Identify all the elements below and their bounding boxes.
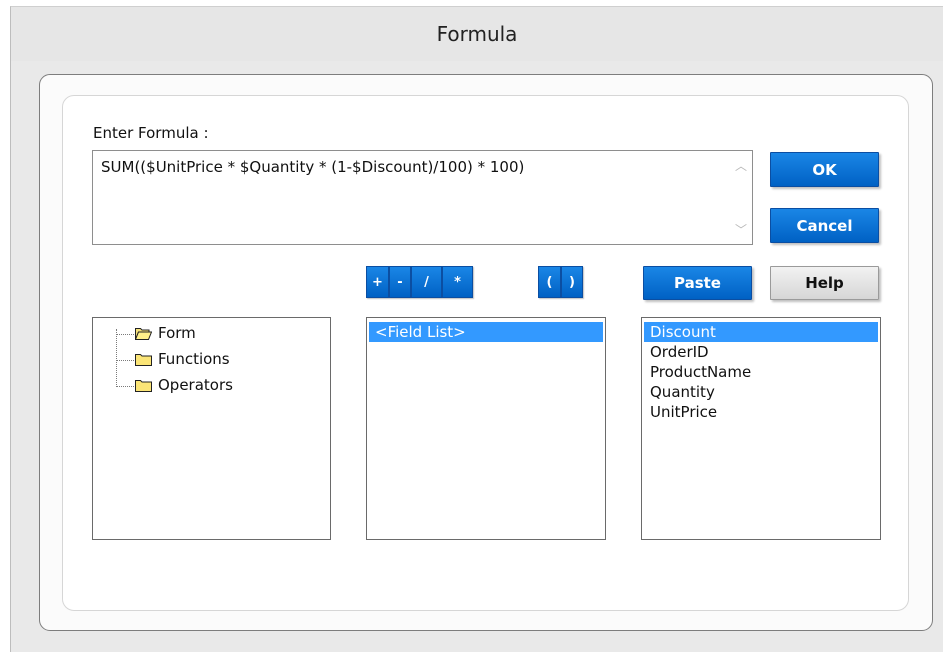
- field-list-box[interactable]: <Field List>: [366, 317, 606, 540]
- tree-connector: [117, 334, 134, 335]
- help-button[interactable]: Help: [770, 266, 879, 300]
- formula-scrollbar[interactable]: ︿ ﹀: [730, 151, 752, 244]
- tree-connector: [117, 386, 134, 387]
- tree-item-operators[interactable]: Operators: [135, 376, 233, 394]
- formula-textarea[interactable]: SUM(($UnitPrice * $Quantity * (1-$Discou…: [92, 150, 753, 245]
- tree-item-form[interactable]: Form: [135, 324, 196, 342]
- formula-panel: Enter Formula : SUM(($UnitPrice * $Quant…: [62, 95, 909, 611]
- list-item[interactable]: ProductName: [644, 362, 878, 382]
- open-paren-button[interactable]: (: [538, 266, 561, 298]
- dialog-frame: Enter Formula : SUM(($UnitPrice * $Quant…: [39, 74, 933, 631]
- multiply-operator-button[interactable]: *: [442, 266, 473, 298]
- folder-icon: [135, 353, 152, 366]
- enter-formula-label: Enter Formula :: [93, 124, 209, 142]
- list-item[interactable]: Quantity: [644, 382, 878, 402]
- tree-item-label: Functions: [158, 350, 230, 368]
- tree-item-functions[interactable]: Functions: [135, 350, 230, 368]
- dialog-title-bar: Formula: [11, 7, 943, 61]
- fields-list-box[interactable]: Discount OrderID ProductName Quantity Un…: [641, 317, 881, 540]
- tree-connector: [117, 360, 134, 361]
- cancel-button[interactable]: Cancel: [770, 208, 879, 243]
- folder-icon: [135, 379, 152, 392]
- category-tree[interactable]: Form Functions Operators: [92, 317, 331, 540]
- list-item[interactable]: OrderID: [644, 342, 878, 362]
- tree-item-label: Operators: [158, 376, 233, 394]
- ok-button[interactable]: OK: [770, 152, 879, 187]
- formula-dialog: Formula Enter Formula : SUM(($UnitPrice …: [10, 6, 943, 652]
- divide-operator-button[interactable]: /: [411, 266, 442, 298]
- plus-operator-button[interactable]: +: [366, 266, 389, 298]
- formula-text: SUM(($UnitPrice * $Quantity * (1-$Discou…: [101, 158, 525, 176]
- list-item[interactable]: <Field List>: [369, 322, 603, 342]
- list-item[interactable]: UnitPrice: [644, 402, 878, 422]
- tree-item-label: Form: [158, 324, 196, 342]
- scroll-down-icon[interactable]: ﹀: [735, 221, 747, 238]
- paste-button[interactable]: Paste: [643, 266, 752, 300]
- scroll-up-icon[interactable]: ︿: [735, 157, 747, 174]
- dialog-title: Formula: [436, 22, 518, 46]
- close-paren-button[interactable]: ): [561, 266, 583, 298]
- open-folder-icon: [135, 327, 152, 340]
- tree-connector: [116, 329, 135, 387]
- minus-operator-button[interactable]: -: [389, 266, 411, 298]
- list-item[interactable]: Discount: [644, 322, 878, 342]
